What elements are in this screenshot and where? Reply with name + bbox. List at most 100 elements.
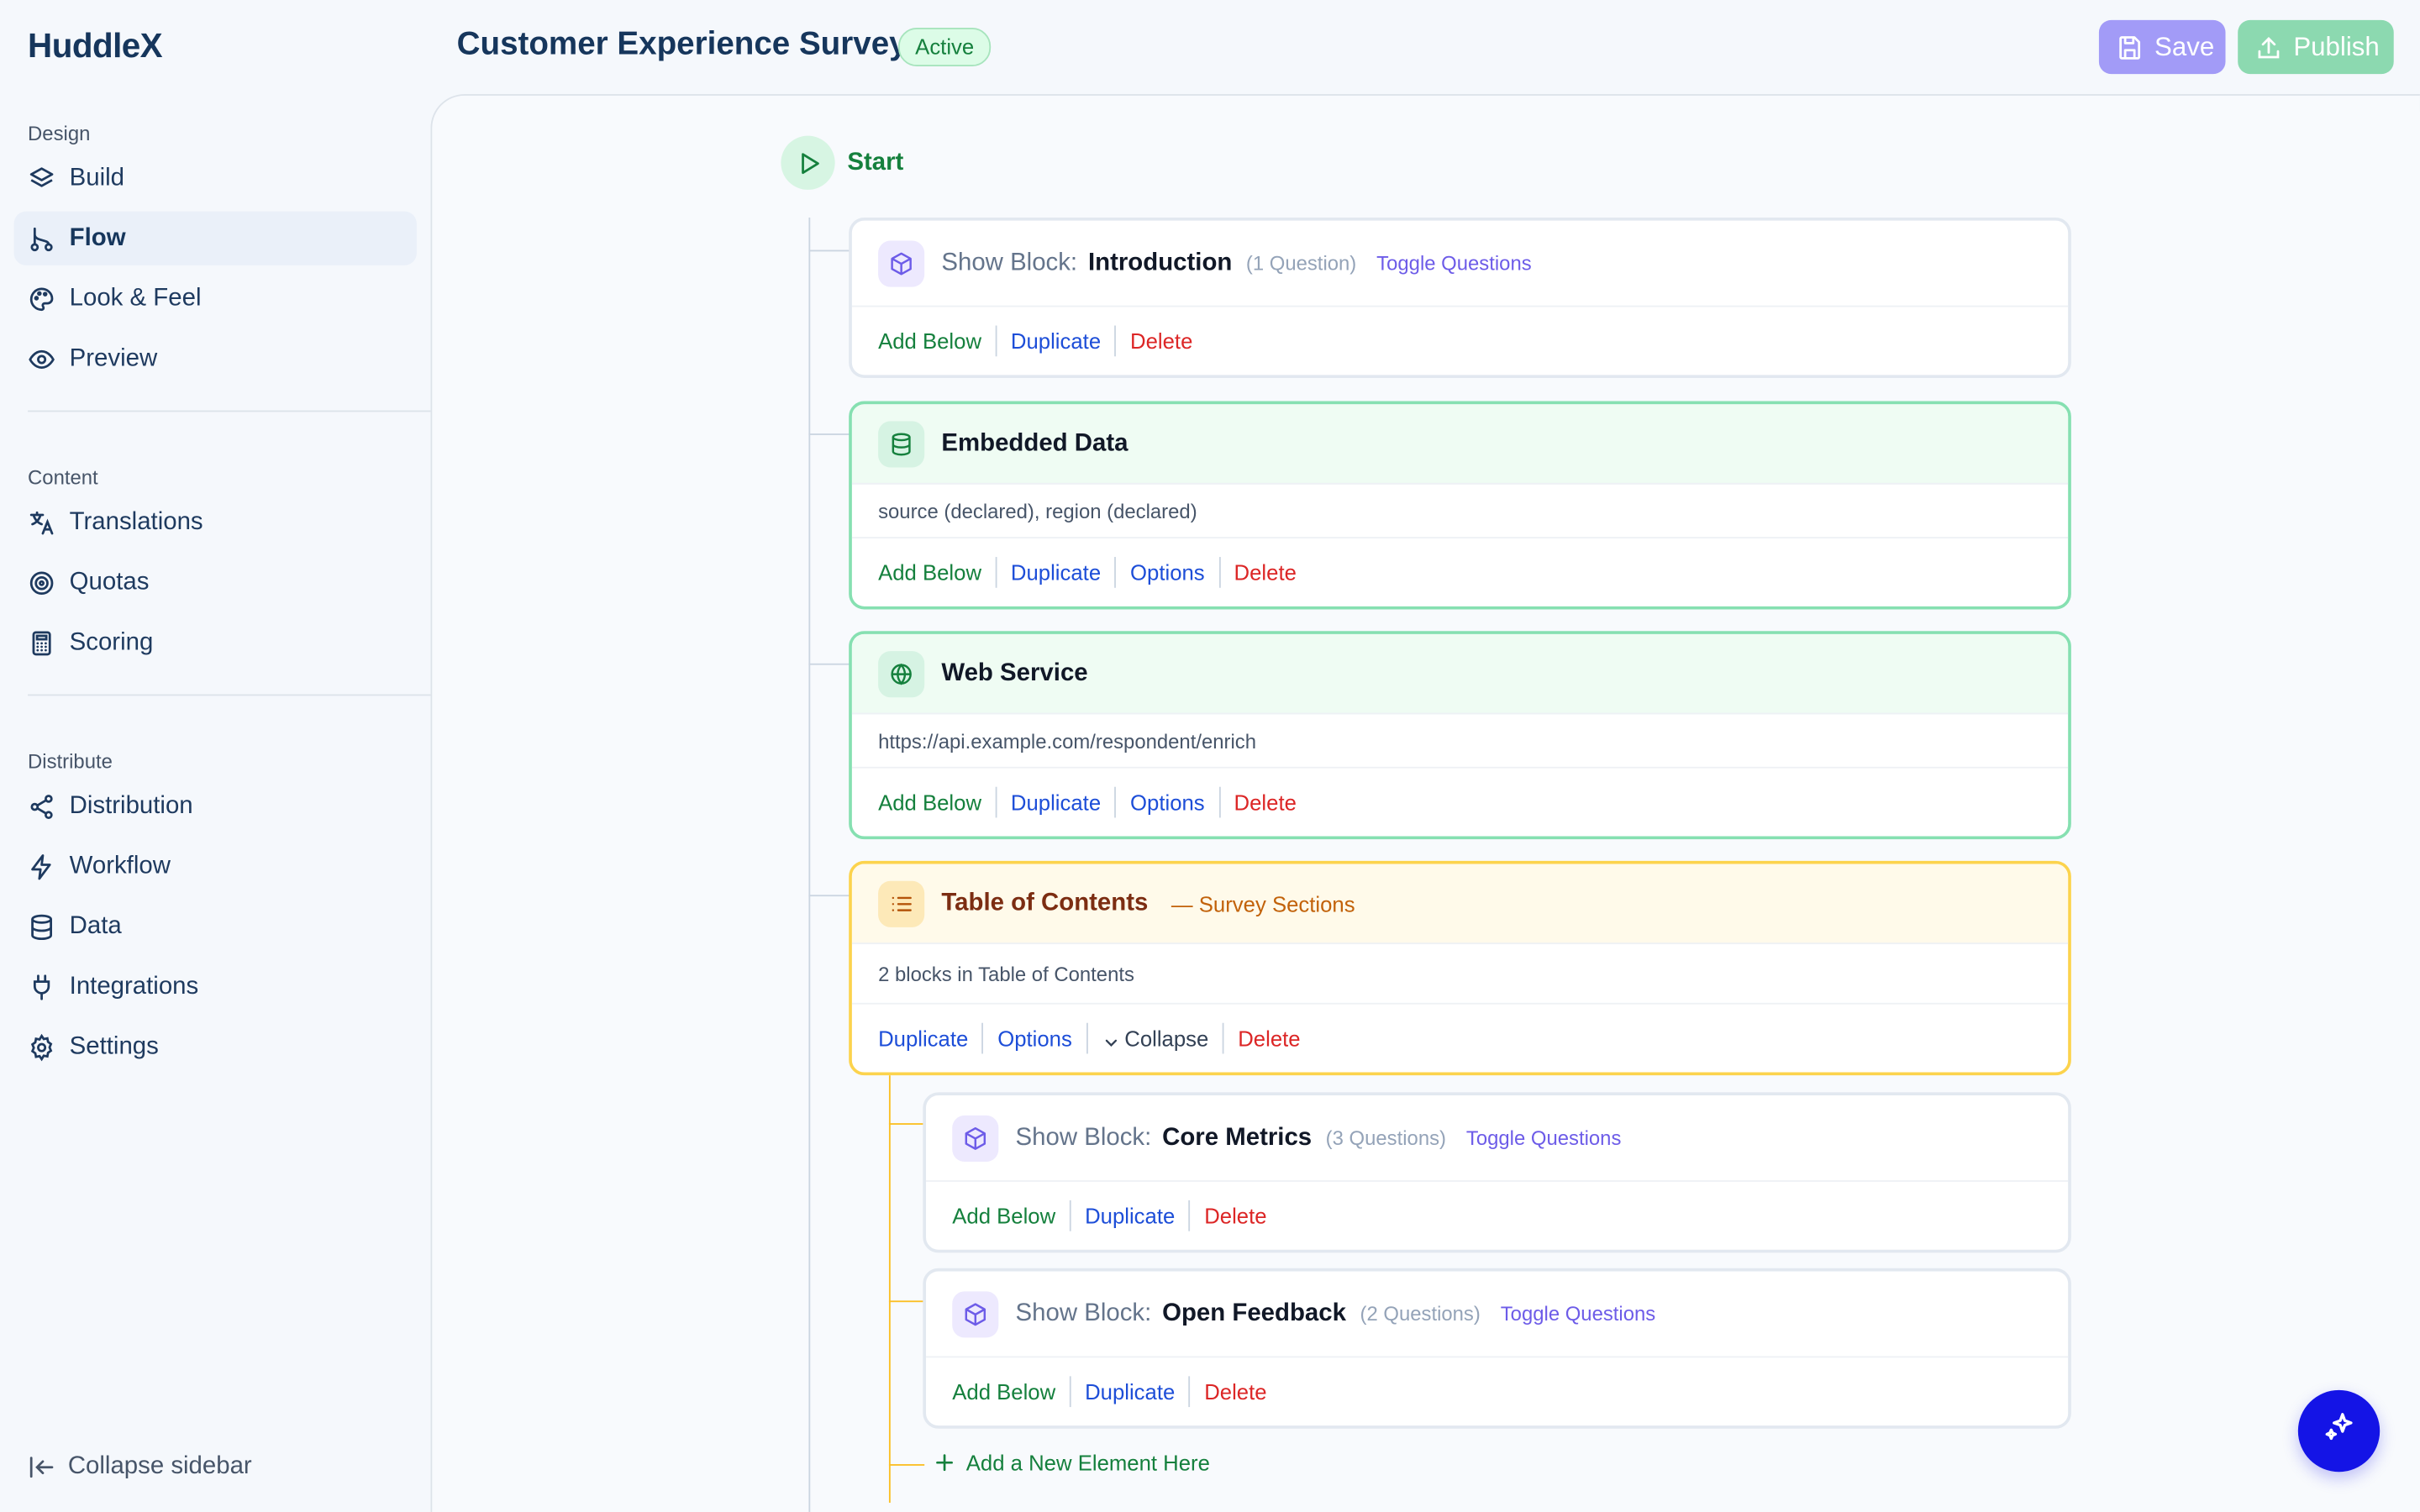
status-badge: Active xyxy=(897,28,992,66)
block-header: Show Block: Core Metrics (3 Questions) T… xyxy=(926,1095,2069,1182)
sidebar-item-build[interactable]: Build xyxy=(14,151,417,205)
save-icon xyxy=(2116,33,2144,60)
sidebar-item-label: Preview xyxy=(69,344,158,371)
toc-connector xyxy=(888,1075,891,1503)
sidebar-item-data[interactable]: Data xyxy=(14,900,417,953)
sidebar-item-preview[interactable]: Preview xyxy=(14,332,417,386)
save-button[interactable]: Save xyxy=(2098,19,2226,75)
delete-button[interactable]: Delete xyxy=(1188,1200,1281,1231)
toc-connector xyxy=(888,1300,925,1303)
block-header: Web Service xyxy=(851,633,2069,715)
publish-label: Publish xyxy=(2293,31,2380,61)
layers-icon xyxy=(28,165,55,192)
block-prefix: Show Block: xyxy=(1015,1299,1152,1326)
options-button[interactable]: Options xyxy=(981,1022,1086,1054)
add-new-element-button[interactable]: Add a New Element Here xyxy=(934,1450,1210,1475)
nav-section-content: Content Translations Quotas Scoring xyxy=(0,461,430,675)
block-actions: Duplicate Options Collapse Delete xyxy=(852,1005,2068,1073)
app-logo: HuddleX xyxy=(28,26,163,66)
flow-connector xyxy=(808,663,851,665)
block-subtitle: — Survey Sections xyxy=(1171,890,1355,916)
duplicate-button[interactable]: Duplicate xyxy=(995,786,1115,818)
start-label: Start xyxy=(847,149,904,176)
sidebar-item-settings[interactable]: Settings xyxy=(14,1020,417,1074)
plug-icon xyxy=(28,973,55,1000)
duplicate-button[interactable]: Duplicate xyxy=(995,557,1115,588)
sidebar-item-label: Translations xyxy=(69,508,203,535)
options-button[interactable]: Options xyxy=(1114,786,1219,818)
block-actions: Add Below Duplicate Delete xyxy=(852,307,2068,375)
eye-icon xyxy=(28,345,55,373)
add-below-button[interactable]: Add Below xyxy=(878,787,995,818)
share-icon xyxy=(28,792,55,820)
delete-button[interactable]: Delete xyxy=(1188,1376,1281,1408)
add-below-button[interactable]: Add Below xyxy=(878,557,995,588)
sidebar-divider xyxy=(28,410,431,412)
add-below-button[interactable]: Add Below xyxy=(878,326,995,357)
sidebar-item-translations[interactable]: Translations xyxy=(14,496,417,549)
plus-icon xyxy=(934,1452,955,1473)
block-table-of-contents[interactable]: Table of Contents — Survey Sections 2 bl… xyxy=(849,860,2071,1076)
sidebar-item-label: Settings xyxy=(69,1032,159,1059)
sidebar: HuddleX Design Build Flow Look & Feel Pr… xyxy=(0,0,431,1512)
collapse-sidebar-button[interactable]: Collapse sidebar xyxy=(28,1453,252,1481)
block-summary: 2 blocks in Table of Contents xyxy=(851,944,2069,1005)
options-button[interactable]: Options xyxy=(1114,557,1219,588)
question-count: (1 Question) xyxy=(1245,251,1357,275)
block-open-feedback[interactable]: Show Block: Open Feedback (2 Questions) … xyxy=(923,1268,2071,1429)
cube-icon xyxy=(878,239,925,286)
publish-button[interactable]: Publish xyxy=(2238,19,2394,75)
duplicate-button[interactable]: Duplicate xyxy=(1069,1200,1189,1231)
calculator-icon xyxy=(28,628,55,656)
toc-connector xyxy=(888,1123,925,1125)
cube-icon xyxy=(952,1290,999,1337)
add-below-button[interactable]: Add Below xyxy=(952,1376,1069,1407)
duplicate-button[interactable]: Duplicate xyxy=(878,1023,982,1054)
block-actions: Add Below Duplicate Options Delete xyxy=(852,538,2068,606)
block-summary: https://api.example.com/respondent/enric… xyxy=(851,714,2069,769)
add-below-button[interactable]: Add Below xyxy=(952,1200,1069,1231)
nav-section-design: Design Build Flow Look & Feel Preview xyxy=(0,118,430,392)
block-summary: source (declared), region (declared) xyxy=(851,485,2069,539)
sidebar-item-look-feel[interactable]: Look & Feel xyxy=(14,271,417,325)
sidebar-item-integrations[interactable]: Integrations xyxy=(14,959,417,1013)
lightning-icon xyxy=(28,853,55,880)
block-name: Open Feedback xyxy=(1162,1299,1346,1326)
block-name: Core Metrics xyxy=(1162,1124,1313,1151)
sidebar-item-label: Data xyxy=(69,912,122,939)
block-core-metrics[interactable]: Show Block: Core Metrics (3 Questions) T… xyxy=(923,1092,2071,1253)
ai-assistant-button[interactable] xyxy=(2297,1389,2381,1473)
delete-button[interactable]: Delete xyxy=(1218,557,1310,588)
block-embedded-data[interactable]: Embedded Data source (declared), region … xyxy=(849,401,2071,610)
block-introduction[interactable]: Show Block: Introduction (1 Question) To… xyxy=(849,217,2071,378)
toggle-questions-link[interactable]: Toggle Questions xyxy=(1466,1126,1622,1150)
delete-button[interactable]: Delete xyxy=(1114,325,1207,357)
toc-connector xyxy=(888,1464,925,1466)
target-icon xyxy=(28,569,55,596)
question-count: (2 Questions) xyxy=(1360,1302,1481,1326)
sidebar-item-workflow[interactable]: Workflow xyxy=(14,839,417,893)
globe-icon xyxy=(878,650,925,697)
sidebar-item-distribution[interactable]: Distribution xyxy=(14,780,417,833)
duplicate-button[interactable]: Duplicate xyxy=(1069,1376,1189,1408)
block-actions: Add Below Duplicate Delete xyxy=(926,1357,2068,1425)
sidebar-item-flow[interactable]: Flow xyxy=(13,211,417,265)
sidebar-item-label: Workflow xyxy=(69,852,171,879)
delete-button[interactable]: Delete xyxy=(1218,786,1310,818)
delete-button[interactable]: Delete xyxy=(1222,1022,1314,1054)
flow-connector xyxy=(808,249,851,252)
toggle-questions-link[interactable]: Toggle Questions xyxy=(1501,1302,1656,1326)
block-header: Table of Contents — Survey Sections xyxy=(851,864,2069,945)
block-header: Show Block: Introduction (1 Question) To… xyxy=(851,221,2069,307)
collapse-sidebar-label: Collapse sidebar xyxy=(67,1453,252,1480)
database-icon xyxy=(28,912,55,940)
block-web-service[interactable]: Web Service https://api.example.com/resp… xyxy=(849,631,2071,840)
nav-heading-design: Design xyxy=(28,122,91,145)
duplicate-button[interactable]: Duplicate xyxy=(995,325,1115,357)
collapse-button[interactable]: Collapse xyxy=(1086,1022,1223,1054)
sidebar-item-quotas[interactable]: Quotas xyxy=(14,555,417,609)
sidebar-item-label: Distribution xyxy=(69,792,193,819)
add-new-label: Add a New Element Here xyxy=(965,1450,1210,1475)
sidebar-item-scoring[interactable]: Scoring xyxy=(14,616,417,669)
toggle-questions-link[interactable]: Toggle Questions xyxy=(1376,251,1532,275)
